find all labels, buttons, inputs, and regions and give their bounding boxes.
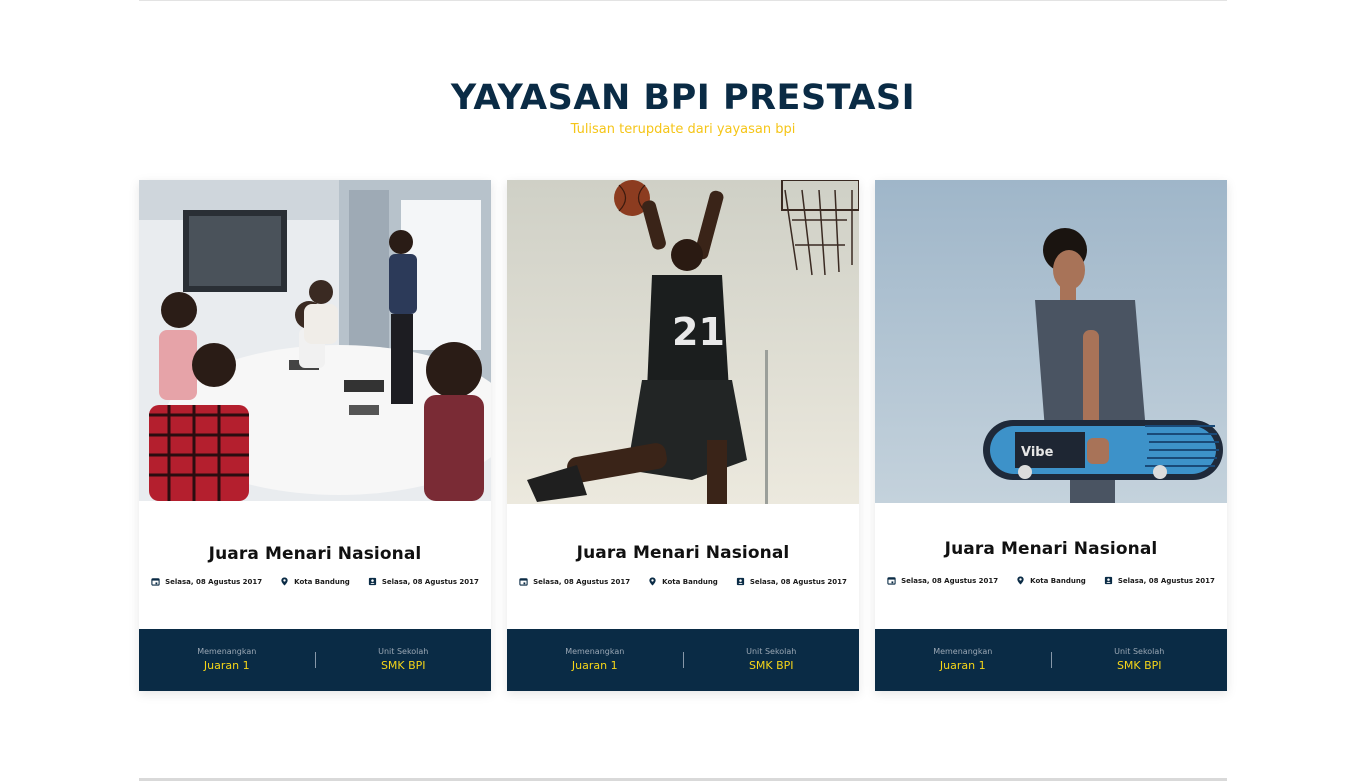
card-photo-basketball: 21 — [507, 180, 859, 504]
card-school-unit: Unit Sekolah SMK BPI — [1052, 646, 1228, 674]
card-date: Selasa, 08 Agustus 2017 — [887, 576, 998, 585]
school-unit-value: SMK BPI — [380, 659, 426, 672]
section-subtitle: Tulisan terupdate dari yayasan bpi — [570, 122, 796, 137]
achievement-label: Memenangkan — [565, 647, 625, 656]
card-meta: Selasa, 08 Agustus 2017 Kota Bandung Sel… — [507, 577, 859, 586]
school-unit-value: SMK BPI — [748, 659, 794, 672]
card-achievement: Memenangkan Juaran 1 — [139, 646, 315, 674]
card-date: Selasa, 08 Agustus 2017 — [519, 577, 630, 586]
map-pin-icon — [649, 577, 656, 586]
card-achievement: Memenangkan Juaran 1 — [507, 646, 683, 674]
card-title[interactable]: Juara Menari Nasional — [139, 544, 491, 564]
card-location: Kota Bandung — [1016, 576, 1086, 585]
school-unit-value: SMK BPI — [1116, 659, 1162, 672]
school-unit-label: Unit Sekolah — [746, 647, 797, 656]
news-card[interactable]: Vibe Juara Menari Nasional Selasa, 08 Ag… — [875, 180, 1227, 691]
card-footer: Memenangkan Juaran 1 Unit Sekolah SMK BP… — [875, 629, 1227, 691]
contact-card-icon — [736, 577, 744, 586]
calendar-icon — [519, 578, 528, 586]
card-location: Kota Bandung — [280, 577, 350, 586]
school-unit-label: Unit Sekolah — [378, 647, 429, 656]
map-pin-icon — [1017, 576, 1024, 585]
card-meta: Selasa, 08 Agustus 2017 Kota Bandung Sel… — [139, 577, 491, 586]
card-photo-office-meeting — [139, 180, 491, 501]
achievement-value: Juaran 1 — [571, 659, 618, 672]
card-date: Selasa, 08 Agustus 2017 — [151, 577, 262, 586]
contact-card-icon — [368, 577, 376, 586]
calendar-icon — [887, 577, 896, 585]
news-card[interactable]: Juara Menari Nasional Selasa, 08 Agustus… — [139, 180, 491, 691]
card-achievement: Memenangkan Juaran 1 — [875, 646, 1051, 674]
top-divider — [139, 0, 1227, 1]
achievement-value: Juaran 1 — [203, 659, 250, 672]
achievement-value: Juaran 1 — [939, 659, 986, 672]
card-school-unit: Unit Sekolah SMK BPI — [684, 646, 860, 674]
card-footer: Memenangkan Juaran 1 Unit Sekolah SMK BP… — [139, 629, 491, 691]
card-location: Kota Bandung — [648, 577, 718, 586]
svg-text:Vibe: Vibe — [1021, 445, 1054, 460]
map-pin-icon — [281, 577, 288, 586]
contact-card-icon — [1104, 576, 1112, 585]
card-meta: Selasa, 08 Agustus 2017 Kota Bandung Sel… — [875, 576, 1227, 585]
card-date-secondary: Selasa, 08 Agustus 2017 — [368, 577, 479, 586]
card-date-secondary: Selasa, 08 Agustus 2017 — [1104, 576, 1215, 585]
achievement-label: Memenangkan — [933, 647, 993, 656]
school-unit-label: Unit Sekolah — [1114, 647, 1165, 656]
card-photo-skateboarder: Vibe — [875, 180, 1227, 503]
card-title[interactable]: Juara Menari Nasional — [507, 543, 859, 563]
card-date-secondary: Selasa, 08 Agustus 2017 — [736, 577, 847, 586]
card-title[interactable]: Juara Menari Nasional — [875, 539, 1227, 559]
card-footer: Memenangkan Juaran 1 Unit Sekolah SMK BP… — [507, 629, 859, 691]
calendar-icon — [151, 578, 160, 586]
section-header: YAYASAN BPI PRESTASI Tulisan terupdate d… — [0, 74, 1366, 138]
svg-text:21: 21 — [672, 310, 725, 354]
section-title: YAYASAN BPI PRESTASI — [450, 78, 916, 118]
achievement-label: Memenangkan — [197, 647, 257, 656]
news-card[interactable]: 21 Juara Menari Nasional Selasa, 08 Agus… — [507, 180, 859, 691]
card-school-unit: Unit Sekolah SMK BPI — [316, 646, 492, 674]
